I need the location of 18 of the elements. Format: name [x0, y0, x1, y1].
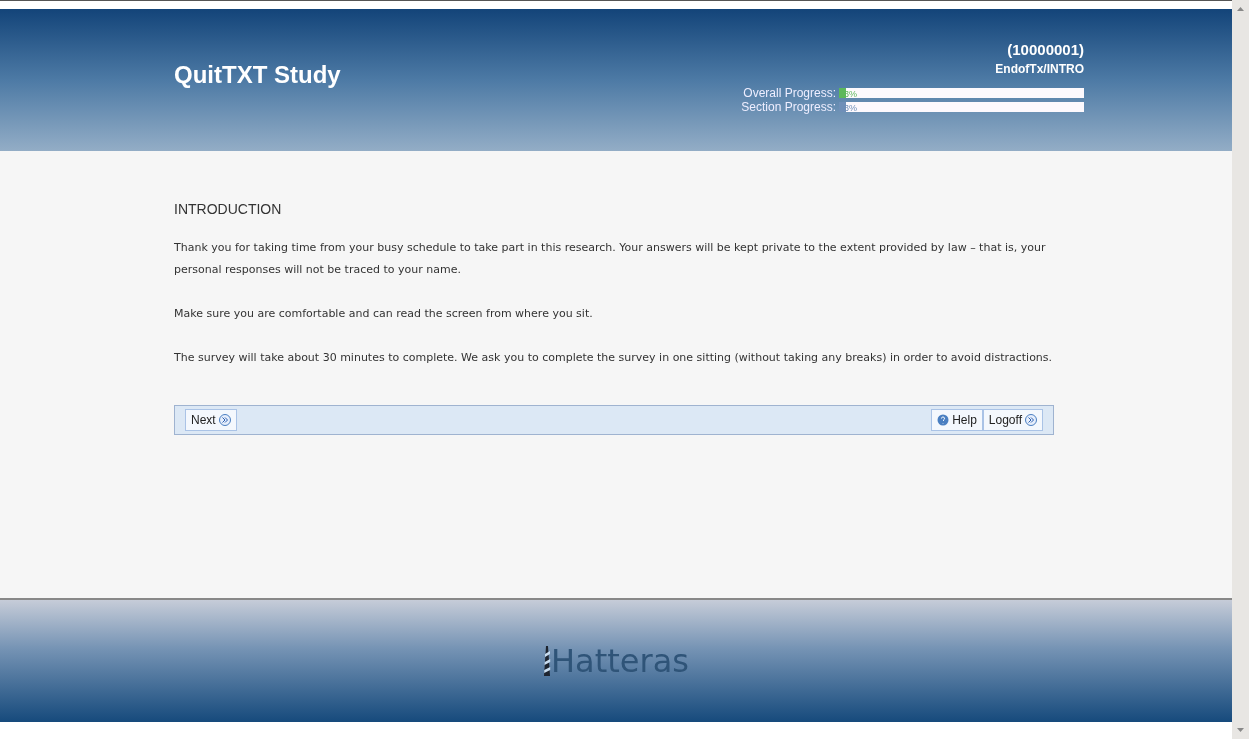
- intro-paragraph: Thank you for taking time from your busy schedule to take part in this research. Your answers will be kept private to the extent provided by law – that is, your personal responses will not be traced to your name.: [174, 240, 1047, 278]
- study-title: QuitTXT Study: [174, 61, 341, 90]
- nav-button[interactable]: Next: [185, 409, 237, 431]
- intro-paragraph: Make sure you are comfortable and can read the screen from where you sit.: [174, 306, 594, 322]
- scrollbar[interactable]: [1232, 0, 1249, 739]
- lighthouse-icon: [543, 646, 552, 676]
- participant-id: (10000001): [1007, 41, 1084, 58]
- double-arrow-icon: [218, 414, 231, 426]
- help-button[interactable]: Help: [931, 409, 983, 431]
- intro-paragraph: The survey will take about 30 minutes to complete. We ask you to complete the survey in one sitting (without taking any breaks) in order to avoid distractions.: [174, 350, 1054, 366]
- double-arrow-icon: [1025, 414, 1037, 426]
- progress-label: Overall Progress:: [743, 86, 836, 100]
- section-heading: INTRODUCTION: [174, 201, 283, 217]
- section-code: EndofTx/INTRO: [995, 62, 1084, 76]
- help-icon: [937, 414, 950, 426]
- logo: Hatteras: [543, 642, 689, 680]
- nav-button[interactable]: Logoff: [982, 409, 1043, 431]
- progress-label: Section Progress:: [741, 100, 836, 114]
